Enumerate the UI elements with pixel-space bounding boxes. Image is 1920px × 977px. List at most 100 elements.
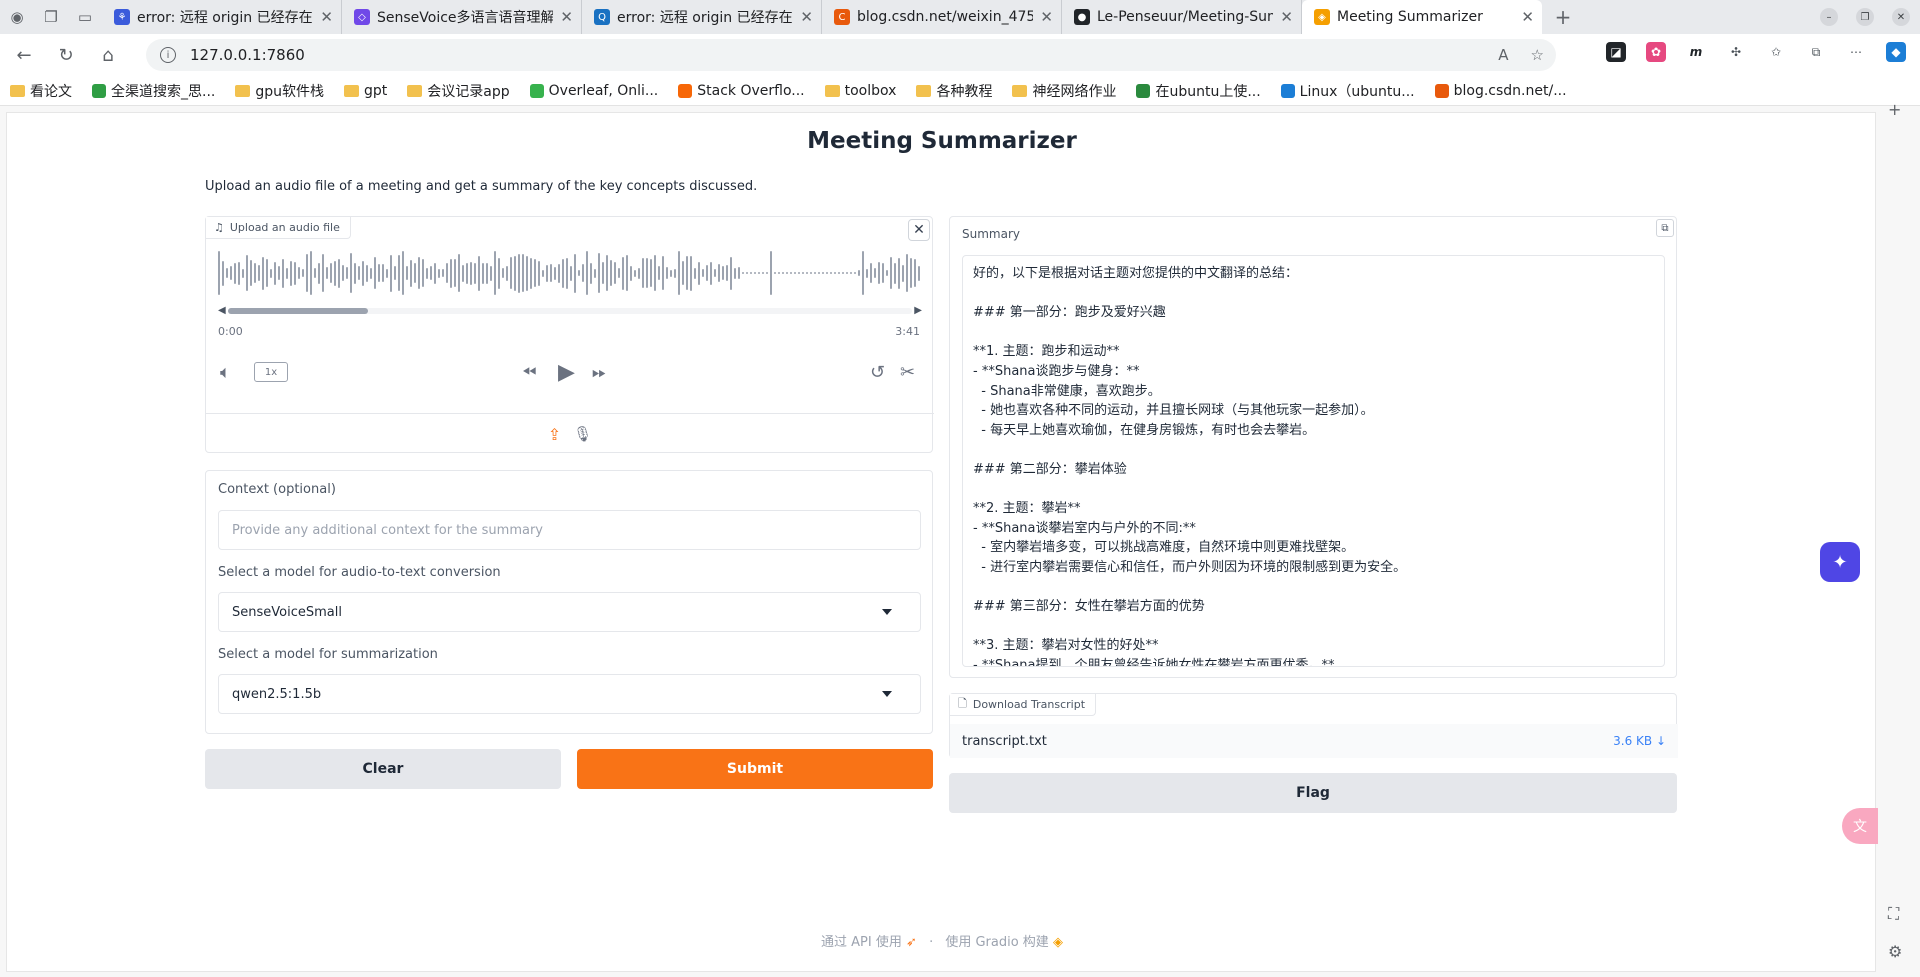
flag-button[interactable]: Flag xyxy=(949,773,1677,813)
copy-icon[interactable]: ⧉ xyxy=(1656,219,1674,237)
extension-2-icon[interactable]: ✿ xyxy=(1646,42,1666,62)
play-icon[interactable]: ▶ xyxy=(558,357,575,387)
favorite-star-icon[interactable]: ☆ xyxy=(1531,46,1544,64)
scroll-right-icon[interactable]: ▶ xyxy=(914,305,922,316)
extensions-puzzle-icon[interactable]: ✣ xyxy=(1726,42,1746,62)
back-button[interactable]: ← xyxy=(6,37,42,73)
rewind-icon[interactable]: ⏪︎ xyxy=(522,357,536,387)
bookmark-item[interactable]: 神经网络作业 xyxy=(1012,81,1116,101)
tab-close-icon[interactable]: ✕ xyxy=(320,8,333,26)
summary-model-dropdown[interactable]: qwen2.5:1.5b xyxy=(218,674,921,714)
summary-line: **3. 主题：攀岩对女性的好处** xyxy=(973,638,1159,654)
file-size-download-link[interactable]: 3.6 KB ↓ xyxy=(1613,734,1666,748)
reset-icon[interactable]: ↺ xyxy=(870,357,885,387)
scroll-left-icon[interactable]: ◀ xyxy=(218,305,226,316)
read-aloud-icon[interactable]: A xyxy=(1498,46,1508,64)
minimize-button[interactable]: – xyxy=(1820,8,1838,26)
browser-tab[interactable]: ⚘ error: 远程 origin 已经存在 ✕ xyxy=(102,0,342,34)
bookmark-item[interactable]: gpu软件栈 xyxy=(235,81,324,101)
context-input[interactable]: Provide any additional context for the s… xyxy=(218,510,921,550)
asr-model-dropdown[interactable]: SenseVoiceSmall xyxy=(218,592,921,632)
screenshot-icon[interactable]: ⛶ xyxy=(1888,904,1899,924)
summary-line xyxy=(973,284,1654,304)
playback-speed-button[interactable]: 1x xyxy=(254,362,288,382)
browser-tab[interactable]: Qerror: 远程 origin 已经存在 ✕ xyxy=(582,0,822,34)
waveform-bar xyxy=(726,265,728,281)
collections-icon[interactable]: ⧉ xyxy=(1806,42,1826,62)
scroll-thumb[interactable] xyxy=(228,308,368,314)
waveform-bar xyxy=(542,269,544,277)
restore-button[interactable]: ❐ xyxy=(1856,8,1874,26)
vertical-tabs-icon[interactable]: ▭ xyxy=(68,0,102,34)
bookmark-item[interactable]: Linux（ubuntu... xyxy=(1280,81,1415,101)
tab-close-icon[interactable]: ✕ xyxy=(1280,8,1293,26)
extension-3-icon[interactable]: m xyxy=(1686,42,1706,62)
summary-line: ### 第一部分：跑步及爱好兴趣 xyxy=(973,305,1166,321)
waveform-scrollbar[interactable]: ◀ ▶ xyxy=(218,305,922,317)
clear-button[interactable]: Clear xyxy=(205,749,561,789)
tab-close-icon[interactable]: ✕ xyxy=(1040,8,1053,26)
waveform-bar xyxy=(294,261,296,285)
trim-scissors-icon[interactable]: ✂ xyxy=(900,357,915,387)
bookmark-item[interactable]: 在ubuntu上使... xyxy=(1136,81,1261,101)
browser-tab[interactable]: Cblog.csdn.net/weixin_4755 ✕ xyxy=(822,0,1062,34)
bookmark-item[interactable]: 全渠道搜索_思... xyxy=(92,81,215,101)
summary-textbox[interactable]: 好的，以下是根据对话主题对您提供的中文翻译的总结： ### 第一部分：跑步及爱好兴… xyxy=(962,255,1665,667)
microphone-icon[interactable]: 🎙︎ xyxy=(573,425,592,443)
floating-assistant-icon[interactable]: ✦ xyxy=(1820,542,1860,582)
waveform-bar xyxy=(550,264,552,282)
add-sidebar-icon[interactable]: + xyxy=(1888,100,1901,119)
tab-close-icon[interactable]: ✕ xyxy=(800,8,813,26)
bookmark-item[interactable]: blog.csdn.net/... xyxy=(1434,83,1567,99)
bookmark-item[interactable]: Stack Overflo... xyxy=(678,83,805,99)
translate-icon[interactable]: 文 xyxy=(1842,808,1878,844)
new-tab-button[interactable]: + xyxy=(1546,0,1580,34)
site-favicon-icon xyxy=(1280,83,1295,98)
bookmark-item[interactable]: 会议记录app xyxy=(407,81,510,101)
waveform-bar xyxy=(806,272,808,274)
waveform-bar xyxy=(326,267,328,279)
waveform-bar xyxy=(598,253,600,293)
bookmark-item[interactable]: 各种教程 xyxy=(916,81,992,101)
tab-close-icon[interactable]: ✕ xyxy=(1521,8,1534,26)
home-button[interactable]: ⌂ xyxy=(90,37,126,73)
volume-icon[interactable]: 🔈︎ xyxy=(220,357,231,387)
file-row[interactable]: transcript.txt 3.6 KB ↓ xyxy=(950,724,1678,758)
extension-1-icon[interactable]: ◪ xyxy=(1606,42,1626,62)
waveform-bar xyxy=(498,257,500,289)
tab-close-icon[interactable]: ✕ xyxy=(560,8,573,26)
waveform-bar xyxy=(814,272,816,274)
summary-model-value: qwen2.5:1.5b xyxy=(232,686,322,702)
browser-tab[interactable]: ● Le-Penseuur/Meeting-Sum ✕ xyxy=(1062,0,1302,34)
api-link[interactable]: 通过 API 使用 xyxy=(821,935,902,950)
browser-tab[interactable]: ◇ SenseVoice多语言语音理解 ✕ xyxy=(342,0,582,34)
url-text[interactable]: 127.0.0.1:7860 xyxy=(190,46,305,64)
audio-waveform[interactable] xyxy=(218,247,922,299)
bookmark-item[interactable]: gpt xyxy=(344,83,387,99)
clear-audio-button[interactable]: ✕ xyxy=(908,219,930,241)
waveform-bar xyxy=(798,272,800,274)
submit-button[interactable]: Submit xyxy=(577,749,933,789)
settings-gear-icon[interactable]: ⚙ xyxy=(1888,942,1902,961)
context-placeholder: Provide any additional context for the s… xyxy=(232,522,543,538)
site-info-icon[interactable]: i xyxy=(160,47,176,63)
bookmark-item[interactable]: Overleaf, Onli... xyxy=(529,83,658,99)
more-menu-icon[interactable]: ⋯ xyxy=(1846,42,1866,62)
url-bar[interactable]: i 127.0.0.1:7860 A ☆ xyxy=(146,39,1556,71)
footer: 通过 API 使用 ➶ · 使用 Gradio 构建 ◈ xyxy=(7,931,1877,950)
waveform-bar xyxy=(818,272,820,274)
profile-icon[interactable]: ◉ xyxy=(0,0,34,34)
file-name[interactable]: transcript.txt xyxy=(962,734,1047,749)
bookmark-item[interactable]: toolbox xyxy=(824,83,896,99)
copilot-icon[interactable]: ◆ xyxy=(1886,42,1906,62)
gradio-link[interactable]: 使用 Gradio 构建 xyxy=(945,935,1048,950)
folder-icon xyxy=(824,84,840,97)
reload-button[interactable]: ↻ xyxy=(48,37,84,73)
bookmark-item[interactable]: 看论文 xyxy=(10,81,72,101)
browser-tab[interactable]: ◈ Meeting Summarizer ✕ xyxy=(1302,0,1542,34)
close-window-button[interactable]: ✕ xyxy=(1892,8,1910,26)
upload-icon[interactable]: ⇪ xyxy=(548,425,561,444)
favorites-icon[interactable]: ✩ xyxy=(1766,42,1786,62)
fast-forward-icon[interactable]: ⏩︎ xyxy=(592,357,606,387)
workspaces-icon[interactable]: ❐ xyxy=(34,0,68,34)
